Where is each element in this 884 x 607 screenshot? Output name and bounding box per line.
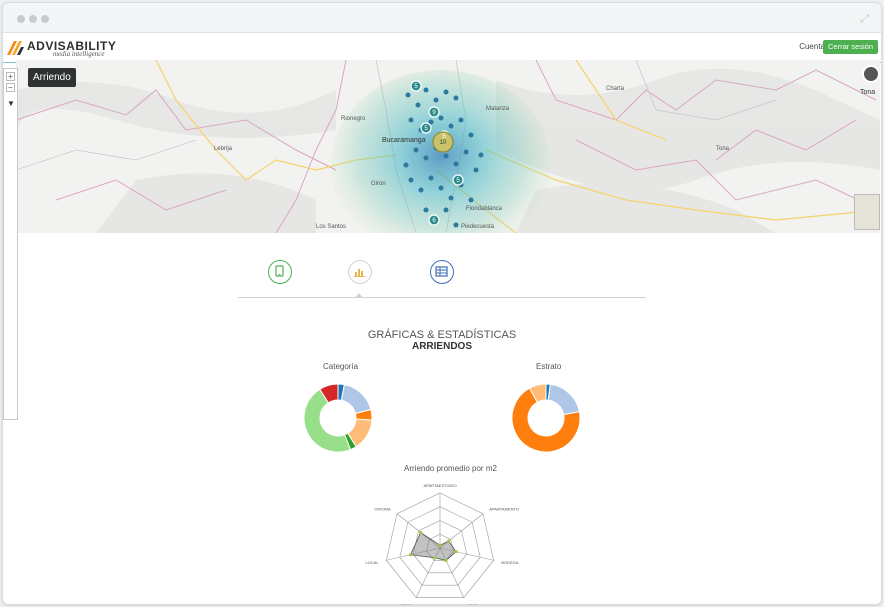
chart-title-radar: Arriendo promedio por m2: [404, 464, 497, 473]
minimap-thumbnail[interactable]: [854, 194, 880, 230]
layers-menu-label: Tona: [860, 89, 876, 96]
bar-chart-icon: [354, 269, 365, 277]
place-label: Floridablanca: [466, 206, 503, 212]
radar-point[interactable]: [408, 553, 413, 557]
filter-icon[interactable]: ▼: [7, 99, 15, 108]
brand-logo-mark: [7, 41, 24, 55]
chart-title-categoria: Categoría: [323, 362, 359, 371]
place-label: Matanza: [486, 106, 510, 112]
place-label: Piedecuesta: [461, 224, 495, 230]
chart-title-estrato: Estrato: [536, 362, 562, 371]
radar-axis-label: OFICINA: [375, 507, 392, 512]
radar-axis-label: BODEGA: [501, 560, 518, 565]
cluster-badge[interactable]: 10: [440, 140, 447, 146]
radar-axis-label: FINCA: [401, 603, 413, 605]
donut-slice[interactable]: [340, 384, 372, 415]
stats-heading: GRÁFICAS & ESTADÍSTICAS: [367, 329, 517, 341]
stats-subheading: ARRIENDOS: [411, 341, 472, 352]
place-label: Los Santos: [316, 224, 346, 230]
layer-tooltip: Arriendo: [28, 68, 76, 87]
map-sidebar: + − ▼: [3, 68, 18, 420]
radar-axis-label: CASA: [467, 603, 478, 605]
radar-point[interactable]: [438, 543, 442, 547]
map-canvas[interactable]: 5 5 9 5 10 5 6 Lebrija Bucaramanga Girón…: [16, 60, 880, 233]
place-label: Tona: [716, 146, 730, 152]
donut-chart-estrato[interactable]: [510, 375, 582, 462]
radar-axis-label: APARTAMENTO: [489, 507, 519, 512]
radar-point[interactable]: [447, 539, 451, 543]
map-terrain: 5 5 9 5 10 5 6 Lebrija Bucaramanga Girón…: [16, 60, 880, 233]
table-icon: [435, 266, 448, 277]
place-label: Bucaramanga: [382, 137, 426, 144]
radar-point[interactable]: [433, 556, 437, 560]
radar-point[interactable]: [419, 530, 423, 535]
brand-tagline: media intelligence: [53, 50, 105, 58]
place-label: Rionegro: [341, 116, 366, 122]
tab-table[interactable]: [430, 260, 454, 284]
tab-mobile[interactable]: [268, 260, 292, 284]
radar-axis-label: LOCAL: [365, 560, 379, 565]
window-maximize-dot[interactable]: [41, 15, 49, 23]
place-label: Lebrija: [214, 146, 233, 152]
tab-charts[interactable]: [348, 260, 372, 284]
window-close-dot[interactable]: [17, 15, 25, 23]
radar-point[interactable]: [444, 558, 448, 562]
place-label: Charta: [606, 86, 625, 92]
radar-point[interactable]: [454, 550, 458, 554]
radar-chart[interactable]: APARTAESTUDIO APARTAMENTO BODEGA CASA FINCA L…: [360, 480, 520, 605]
zoom-out-button[interactable]: −: [6, 83, 15, 92]
app-header: ADVISABILITY media intelligence Cuenta C…: [3, 33, 881, 63]
layers-menu-button[interactable]: [862, 65, 880, 83]
account-link[interactable]: Cuenta: [799, 42, 825, 51]
logout-button[interactable]: Cerrar sesión: [822, 40, 878, 54]
donut-slice[interactable]: [547, 383, 580, 416]
window-titlebar: ⤢: [3, 3, 881, 33]
zoom-in-button[interactable]: +: [6, 72, 15, 81]
fullscreen-icon[interactable]: ⤢: [860, 12, 869, 26]
tablet-icon: [275, 265, 284, 277]
active-tab-caret: [355, 293, 363, 298]
view-tabs: [238, 258, 646, 298]
radar-axis-label: APARTAESTUDIO: [423, 483, 456, 488]
window-minimize-dot[interactable]: [29, 15, 37, 23]
donut-chart-categoria[interactable]: [302, 375, 374, 462]
place-label: Girón: [371, 181, 386, 187]
